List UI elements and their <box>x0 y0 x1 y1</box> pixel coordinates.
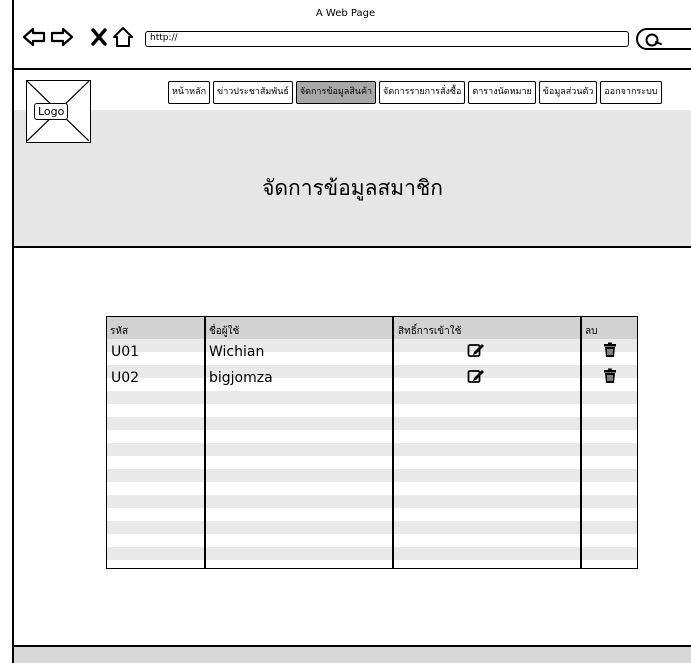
table-row-stripe <box>107 456 637 469</box>
table-row-stripe <box>107 391 637 404</box>
table-row-stripe <box>107 417 637 430</box>
column-header-delete: ลบ <box>585 326 598 337</box>
address-bar-url: http:// <box>150 33 178 43</box>
table-row-stripe <box>107 482 637 495</box>
table-header: รหัส ชื่อผู้ใช้ สิทธิ์การเข้าใช้ ลบ <box>107 317 637 339</box>
window-title: A Web Page <box>315 8 376 19</box>
table-row: U02 bigjomza <box>107 368 637 389</box>
member-id: U02 <box>111 370 140 386</box>
page-title: จัดการข้อมูลสมาชิก <box>262 176 443 200</box>
table-row-stripe <box>107 495 637 508</box>
home-icon[interactable] <box>112 26 134 48</box>
browser-search-field[interactable] <box>636 28 691 50</box>
member-username: bigjomza <box>209 370 273 386</box>
logo-label: Logo <box>34 103 69 120</box>
menu-item-2[interactable]: ข่าวประชาสัมพันธ์ <box>213 81 293 104</box>
table-row-stripe <box>107 560 637 568</box>
header-divider <box>12 246 691 248</box>
trash-icon[interactable] <box>603 342 617 362</box>
table-row-stripe <box>107 430 637 443</box>
table-row-stripe <box>107 534 637 547</box>
trash-icon[interactable] <box>603 368 617 388</box>
menu-item-3[interactable]: จัดการข้อมูลสินค้า <box>295 81 377 104</box>
table-row-stripe <box>107 547 637 560</box>
close-icon[interactable] <box>91 28 107 46</box>
edit-icon[interactable] <box>467 342 485 362</box>
table-row: U01 Wichian <box>107 342 637 363</box>
back-arrow-icon[interactable] <box>22 26 46 48</box>
table-row-stripe <box>107 508 637 521</box>
forward-arrow-icon[interactable] <box>50 26 74 48</box>
menu-item-1[interactable]: หน้าหลัก <box>168 81 211 104</box>
table-row-stripe <box>107 469 637 482</box>
column-header-id: รหัส <box>110 326 129 337</box>
menu-item-7[interactable]: ออกจากระบบ <box>600 81 662 104</box>
search-icon <box>645 33 662 47</box>
logo-placeholder: Logo <box>26 80 91 143</box>
column-divider <box>580 317 582 568</box>
column-header-permission: สิทธิ์การเข้าใช้ <box>398 326 462 337</box>
column-divider <box>392 317 394 568</box>
column-header-username: ชื่อผู้ใช้ <box>209 326 240 337</box>
menu-item-5[interactable]: ตารางนัดหมาย <box>468 81 536 104</box>
members-table: รหัส ชื่อผู้ใช้ สิทธิ์การเข้าใช้ ลบ U01 W… <box>106 316 638 569</box>
member-id: U01 <box>111 344 140 360</box>
member-username: Wichian <box>209 344 265 360</box>
table-row-stripe <box>107 521 637 534</box>
address-bar[interactable]: http:// <box>145 31 629 47</box>
main-menu: หน้าหลัก ข่าวประชาสัมพันธ์ จัดการข้อมูลสิน… <box>168 81 662 105</box>
edit-icon[interactable] <box>467 368 485 388</box>
table-row-stripe <box>107 443 637 456</box>
menu-item-6[interactable]: ข้อมูลส่วนตัว <box>538 81 598 104</box>
table-row-stripe <box>107 404 637 417</box>
page-footer <box>14 647 691 663</box>
column-divider <box>204 317 206 568</box>
menu-item-4[interactable]: จัดการรายการสั่งซื้อ <box>379 81 466 104</box>
toolbar-divider <box>12 68 691 70</box>
